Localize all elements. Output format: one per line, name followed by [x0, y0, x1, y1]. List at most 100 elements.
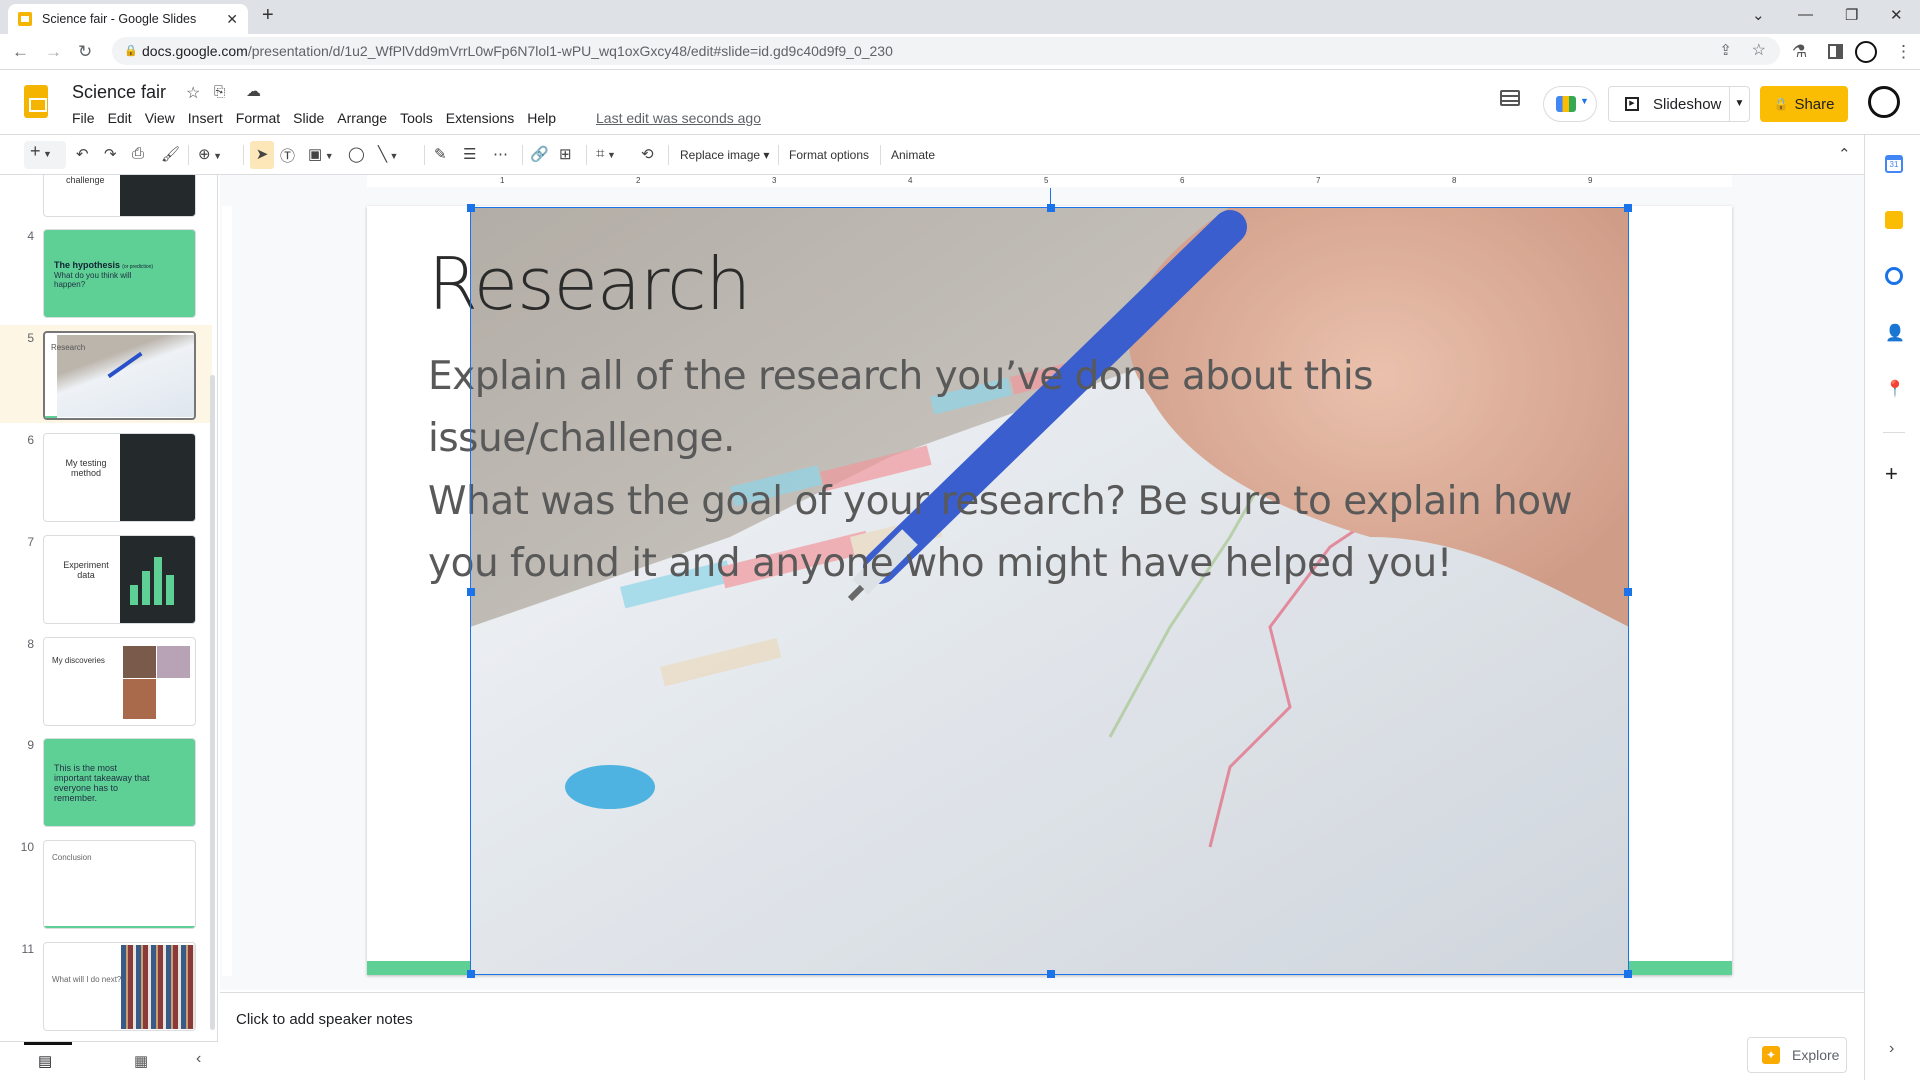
- add-comment-icon[interactable]: ⊞: [559, 145, 572, 163]
- share-page-icon[interactable]: ⇪: [1719, 37, 1732, 65]
- star-icon[interactable]: ☆: [186, 83, 200, 103]
- slides-logo[interactable]: [24, 85, 48, 118]
- filmstrip: challenge 4 The hypothesis (or predictio…: [0, 175, 218, 1041]
- horizontal-ruler[interactable]: 1 2 3 4 5 6 7 8 9: [367, 175, 1732, 187]
- restore-icon[interactable]: ❐: [1845, 6, 1858, 24]
- redo-icon[interactable]: ↷: [104, 145, 117, 163]
- menu-file[interactable]: File: [72, 110, 95, 126]
- browser-menu-icon[interactable]: ⋮: [1895, 42, 1912, 62]
- forward-icon[interactable]: →: [45, 42, 62, 62]
- slide-thumbnail-9[interactable]: This is the most important takeaway that…: [43, 738, 196, 827]
- slide-number: 9: [27, 738, 34, 752]
- slide-title[interactable]: Research: [428, 242, 751, 326]
- meet-button[interactable]: ▼: [1543, 86, 1597, 122]
- meet-camera-icon: [1556, 96, 1576, 112]
- link-icon[interactable]: 🔗: [530, 145, 549, 163]
- border-weight-icon[interactable]: ☰: [463, 145, 476, 163]
- slide-thumbnail-10[interactable]: Conclusion: [43, 840, 196, 929]
- tasks-icon[interactable]: [1885, 267, 1903, 285]
- paint-format-icon[interactable]: 🖌: [161, 145, 180, 163]
- slide-thumbnail-7[interactable]: Experiment data: [43, 535, 196, 624]
- ruler-tick-label: 3: [772, 176, 777, 185]
- divider: [243, 145, 244, 165]
- slide-thumbnail-3[interactable]: challenge: [43, 175, 196, 217]
- line-icon[interactable]: ╲ ▼: [378, 145, 398, 163]
- border-color-icon[interactable]: ✎: [434, 145, 447, 163]
- border-dash-icon[interactable]: ⋯: [493, 145, 508, 163]
- format-options-button[interactable]: Format options: [789, 148, 869, 162]
- select-cursor-icon[interactable]: ➤: [250, 141, 274, 169]
- cloud-saved-icon[interactable]: ☁: [246, 82, 261, 100]
- last-edit-link[interactable]: Last edit was seconds ago: [596, 110, 761, 126]
- close-tab-icon[interactable]: ✕: [226, 11, 238, 28]
- print-icon[interactable]: ⎙: [132, 145, 144, 162]
- shape-icon[interactable]: ◯: [348, 145, 365, 163]
- add-addon-icon[interactable]: +: [1885, 461, 1898, 487]
- contacts-icon[interactable]: 👤: [1885, 323, 1905, 342]
- reset-image-icon[interactable]: ⟲: [641, 145, 654, 163]
- slide-number: 11: [21, 942, 34, 956]
- slide-body-paragraph-1[interactable]: Explain all of the research you’ve done …: [428, 346, 1638, 470]
- labs-flask-icon[interactable]: ⚗: [1792, 42, 1807, 62]
- menu-extensions[interactable]: Extensions: [446, 110, 514, 126]
- new-tab-icon[interactable]: +: [262, 4, 274, 27]
- filmstrip-scrollbar[interactable]: [210, 375, 215, 1030]
- move-folder-icon[interactable]: ⎘: [214, 83, 225, 100]
- slide-canvas[interactable]: Research Explain all of the research you…: [367, 206, 1732, 975]
- zoom-icon[interactable]: ⊕ ▼: [198, 145, 222, 163]
- collapse-toolbar-icon[interactable]: ⌃: [1838, 145, 1851, 163]
- menu-edit[interactable]: Edit: [108, 110, 132, 126]
- bookmark-star-icon[interactable]: ☆: [1752, 37, 1766, 65]
- document-title[interactable]: Science fair: [72, 82, 166, 103]
- account-avatar[interactable]: [1868, 86, 1900, 118]
- grid-view-icon[interactable]: ▦: [134, 1052, 148, 1070]
- share-button[interactable]: 🔒 Share: [1760, 86, 1848, 122]
- side-panel-icon[interactable]: [1828, 44, 1843, 59]
- crop-icon[interactable]: ⌗ ▼: [596, 145, 616, 162]
- thumb-title: This is the most important takeaway that…: [54, 763, 150, 803]
- slide-body-paragraph-2[interactable]: What was the goal of your research? Be s…: [428, 471, 1638, 595]
- menu-view[interactable]: View: [145, 110, 175, 126]
- animate-button[interactable]: Animate: [891, 148, 935, 162]
- maps-icon[interactable]: 📍: [1885, 379, 1905, 398]
- browser-tab[interactable]: Science fair - Google Slides ✕: [8, 4, 248, 34]
- toolbar: + ▼ ↶ ↷ ⎙ 🖌 ⊕ ▼ ➤ Ⓣ ▣ ▼ ◯ ╲ ▼ ✎ ☰ ⋯ 🔗 ⊞ …: [0, 135, 1864, 175]
- speaker-notes[interactable]: Click to add speaker notes ✦ Explore: [220, 992, 1864, 1080]
- minimize-icon[interactable]: —: [1798, 6, 1813, 23]
- slide-thumbnail-8[interactable]: My discoveries: [43, 637, 196, 726]
- slide-number: 8: [27, 637, 34, 651]
- comments-icon[interactable]: [1500, 90, 1520, 106]
- slide-thumbnail-5-selected[interactable]: Research: [43, 331, 196, 420]
- reload-icon[interactable]: ↻: [78, 42, 92, 62]
- menu-tools[interactable]: Tools: [400, 110, 433, 126]
- divider: [586, 145, 587, 165]
- explore-button[interactable]: ✦ Explore: [1747, 1037, 1847, 1073]
- slide-thumbnail-6[interactable]: My testing method: [43, 433, 196, 522]
- collapse-filmstrip-icon[interactable]: ‹: [196, 1050, 201, 1068]
- back-icon[interactable]: ←: [12, 42, 29, 62]
- undo-icon[interactable]: ↶: [76, 145, 89, 163]
- menu-slide[interactable]: Slide: [293, 110, 324, 126]
- url-input[interactable]: 🔒 docs.google.com/presentation/d/1u2_WfP…: [112, 37, 1780, 65]
- menu-format[interactable]: Format: [236, 110, 280, 126]
- calendar-icon[interactable]: 31: [1885, 155, 1903, 173]
- speaker-notes-placeholder[interactable]: Click to add speaker notes: [236, 1011, 413, 1028]
- slide-thumbnail-11[interactable]: What will I do next?: [43, 942, 196, 1031]
- new-slide-button[interactable]: + ▼: [24, 141, 66, 169]
- menu-help[interactable]: Help: [527, 110, 556, 126]
- expand-panel-icon[interactable]: ›: [1889, 1040, 1894, 1058]
- filmstrip-view-icon[interactable]: ▤: [38, 1052, 52, 1070]
- slideshow-dropdown-icon[interactable]: ▼: [1729, 87, 1749, 121]
- replace-image-button[interactable]: Replace image ▾: [680, 148, 769, 162]
- menu-arrange[interactable]: Arrange: [337, 110, 387, 126]
- slideshow-button[interactable]: ▶ Slideshow ▼: [1608, 86, 1750, 122]
- vertical-ruler[interactable]: [222, 206, 232, 976]
- close-window-icon[interactable]: ✕: [1890, 6, 1903, 24]
- menu-insert[interactable]: Insert: [188, 110, 223, 126]
- keep-icon[interactable]: [1885, 211, 1903, 229]
- slide-thumbnail-4[interactable]: The hypothesis (or prediction) What do y…: [43, 229, 196, 318]
- insert-image-icon[interactable]: ▣ ▼: [308, 145, 334, 163]
- profile-icon[interactable]: [1855, 41, 1877, 63]
- text-box-icon[interactable]: Ⓣ: [280, 145, 295, 166]
- tab-search-icon[interactable]: ⌄: [1752, 6, 1765, 24]
